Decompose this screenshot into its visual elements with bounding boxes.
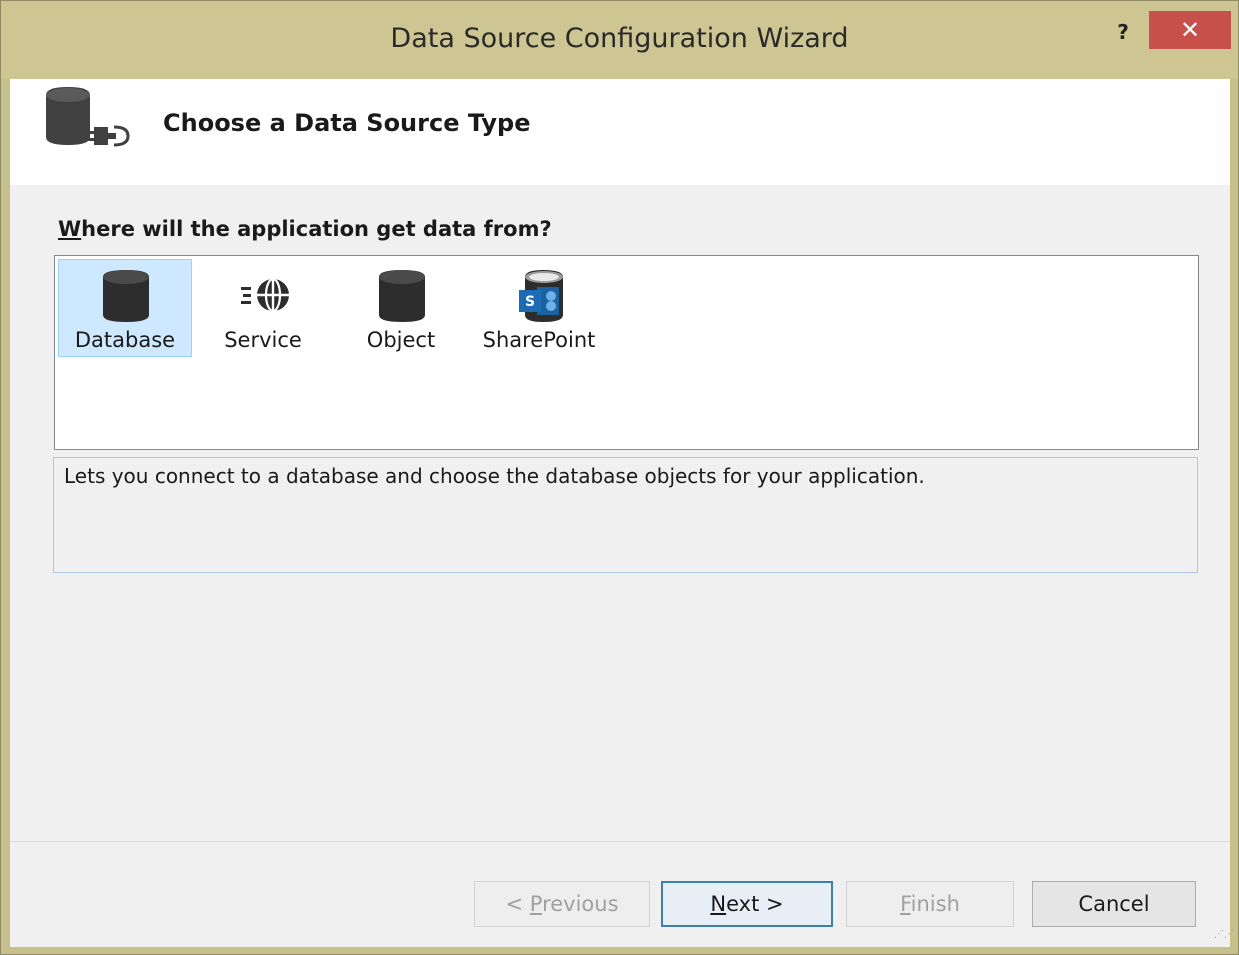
prompt-accesskey: W: [58, 217, 82, 241]
wizard-body: Choose a Data Source Type Where will the…: [10, 79, 1234, 947]
database-connect-icon: [46, 87, 130, 147]
web-service-icon: [241, 277, 289, 313]
next-accesskey: N: [710, 892, 727, 916]
source-prompt-label: Where will the application get data from…: [58, 217, 552, 241]
previous-label: revious: [542, 892, 619, 916]
button-divider: [10, 841, 1230, 842]
svg-text:S: S: [525, 294, 535, 310]
list-item-service[interactable]: Service: [196, 259, 330, 357]
sharepoint-icon: S: [519, 270, 563, 322]
title-bar[interactable]: Data Source Configuration Wizard ? ✕: [1, 1, 1238, 79]
list-item-label: Database: [74, 328, 176, 352]
finish-button[interactable]: Finish: [846, 881, 1014, 927]
list-item-label: Object: [366, 328, 436, 352]
close-button[interactable]: ✕: [1149, 11, 1231, 49]
help-button[interactable]: ?: [1103, 17, 1143, 47]
list-item-label: SharePoint: [482, 328, 596, 352]
wizard-window: Data Source Configuration Wizard ? ✕ Cho…: [0, 0, 1239, 955]
page-title: Choose a Data Source Type: [163, 109, 531, 137]
description-box: Lets you connect to a database and choos…: [53, 457, 1198, 573]
list-item-object[interactable]: Object: [334, 259, 468, 357]
database-icon: [103, 270, 149, 322]
resize-grip-icon[interactable]: ⋰⋰: [1214, 929, 1234, 940]
window-title: Data Source Configuration Wizard: [390, 23, 849, 54]
list-item-label: Service: [224, 328, 302, 352]
list-item-sharepoint[interactable]: S SharePoint: [472, 259, 606, 357]
data-source-type-list[interactable]: Database Service Object S SharePoint: [54, 255, 1199, 450]
next-button[interactable]: Next >: [661, 881, 833, 927]
wizard-header: Choose a Data Source Type: [10, 79, 1230, 185]
finish-label: inish: [910, 892, 960, 916]
object-icon: [379, 270, 425, 322]
previous-button[interactable]: < Previous: [474, 881, 650, 927]
previous-accesskey: P: [529, 892, 543, 916]
next-label: ext >: [726, 892, 784, 916]
cancel-button[interactable]: Cancel: [1032, 881, 1196, 927]
finish-accesskey: F: [900, 892, 911, 916]
list-item-database[interactable]: Database: [58, 259, 192, 357]
previous-prefix: <: [505, 892, 530, 916]
prompt-text: here will the application get data from?: [81, 217, 552, 241]
